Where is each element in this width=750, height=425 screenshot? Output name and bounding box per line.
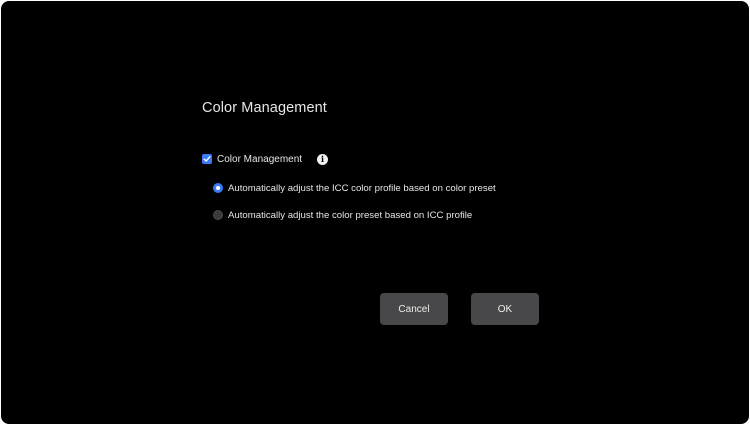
ok-button[interactable]: OK <box>471 293 539 325</box>
radio-dot <box>216 186 220 190</box>
radio-button-unselected[interactable] <box>213 210 223 220</box>
radio-button-selected[interactable] <box>213 183 223 193</box>
radio-label-preset-from-profile[interactable]: Automatically adjust the color preset ba… <box>228 210 472 221</box>
checkmark-icon <box>203 156 211 162</box>
color-management-checkbox[interactable] <box>202 154 212 164</box>
info-icon[interactable]: i <box>317 153 329 165</box>
dialog-window: Color Management Color Management i Auto… <box>1 1 749 424</box>
radio-label-profile-from-preset[interactable]: Automatically adjust the ICC color profi… <box>228 183 496 194</box>
radio-option-preset-from-profile[interactable]: Automatically adjust the color preset ba… <box>213 208 472 222</box>
cancel-button[interactable]: Cancel <box>380 293 448 325</box>
color-management-row: Color Management i <box>202 152 329 166</box>
radio-option-profile-from-preset[interactable]: Automatically adjust the ICC color profi… <box>213 181 496 195</box>
color-management-label[interactable]: Color Management <box>217 154 302 165</box>
dialog-title: Color Management <box>202 100 327 116</box>
